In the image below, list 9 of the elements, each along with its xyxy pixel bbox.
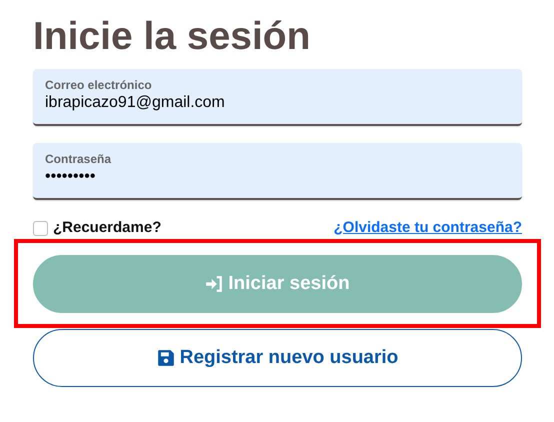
save-icon (156, 349, 175, 367)
input-field[interactable]: Correo electrónico ibrapicazo91@gmail.com (33, 69, 522, 126)
login-icon (205, 275, 224, 293)
forgot-password-link[interactable]: ¿Olvidaste tu contraseña? (334, 216, 522, 240)
register-button[interactable]: Registrar nuevo usuario (33, 329, 522, 387)
input-field[interactable]: Contraseña ••••••••• (33, 143, 522, 200)
checkbox[interactable] (33, 220, 48, 236)
page-title: Inicie la sesión (33, 14, 312, 60)
checkbox-label: ¿Recuerdame? (53, 218, 162, 238)
